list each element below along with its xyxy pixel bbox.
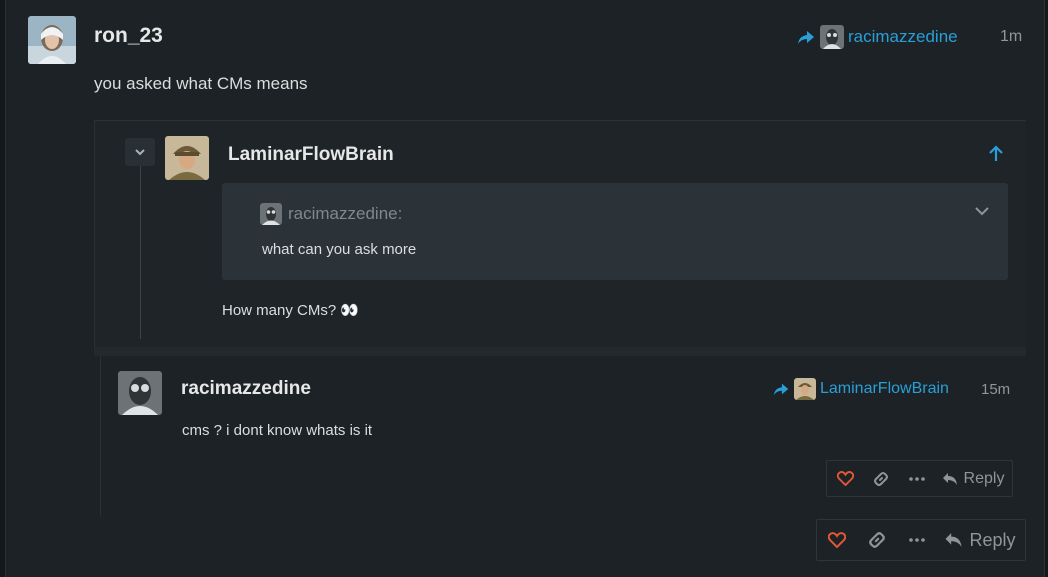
- collapse-button[interactable]: [125, 138, 155, 166]
- heart-icon: [828, 532, 846, 548]
- thread-line: [140, 159, 141, 339]
- link-icon: [874, 471, 888, 486]
- main-post-actions: Reply: [816, 519, 1026, 561]
- copy-link-button[interactable]: [857, 520, 897, 560]
- reply-label: Reply: [963, 469, 1005, 487]
- reply-arrow-icon: [773, 383, 789, 396]
- reply-to-avatar: [820, 25, 844, 49]
- reply-label: Reply: [969, 529, 1016, 550]
- reply-post-actions: Reply: [826, 460, 1013, 497]
- arrow-up-icon[interactable]: [988, 145, 1004, 163]
- more-options-button[interactable]: [899, 461, 935, 496]
- ellipsis-icon: [909, 476, 925, 481]
- more-options-button[interactable]: [897, 520, 937, 560]
- quote-text: what can you ask more: [262, 241, 417, 258]
- reply-body: cms ? i dont know whats is it: [182, 422, 373, 439]
- reply-button[interactable]: Reply: [935, 461, 1011, 496]
- chevron-down-icon: [135, 149, 145, 156]
- post-body: you asked what CMs means: [94, 74, 308, 93]
- like-button[interactable]: [827, 461, 863, 496]
- heart-icon: [836, 471, 854, 486]
- embedded-body: How many CMs? 👀: [222, 302, 360, 319]
- main-post: ron_23 racimazzedine 1m you asked what C…: [5, 0, 1045, 577]
- avatar[interactable]: [28, 16, 76, 64]
- reply-icon: [942, 472, 957, 485]
- reply-to-username: LaminarFlowBrain: [820, 380, 949, 397]
- reply-to-link[interactable]: LaminarFlowBrain: [772, 378, 949, 400]
- avatar[interactable]: [118, 371, 162, 415]
- avatar[interactable]: [165, 136, 209, 180]
- ellipsis-icon: [909, 538, 925, 542]
- embedded-parent-post: LaminarFlowBrain racimazzedine: what can…: [94, 120, 1026, 348]
- reply-button[interactable]: Reply: [937, 520, 1023, 560]
- embedded-username[interactable]: LaminarFlowBrain: [228, 144, 394, 166]
- reply-to-username: racimazzedine: [848, 27, 958, 46]
- quote-block: racimazzedine: what can you ask more: [222, 183, 1008, 280]
- reply-arrow-icon: [798, 31, 814, 44]
- quote-header: racimazzedine:: [260, 203, 402, 225]
- chevron-down-icon[interactable]: [974, 205, 990, 217]
- quote-avatar: [260, 203, 282, 225]
- quote-author[interactable]: racimazzedine:: [288, 204, 402, 224]
- like-button[interactable]: [817, 520, 857, 560]
- divider: [94, 347, 1026, 356]
- reply-to-link[interactable]: racimazzedine: [796, 25, 958, 49]
- post-username[interactable]: ron_23: [94, 24, 163, 48]
- reply-icon: [945, 533, 962, 547]
- post-timestamp[interactable]: 15m: [981, 381, 1010, 398]
- copy-link-button[interactable]: [863, 461, 899, 496]
- reply-username[interactable]: racimazzedine: [181, 378, 311, 400]
- link-icon: [869, 532, 885, 548]
- post-timestamp[interactable]: 1m: [1000, 28, 1022, 46]
- reply-to-avatar: [794, 378, 816, 400]
- reply-post: racimazzedine LaminarFlowBrain 15m cms ?…: [100, 356, 1026, 516]
